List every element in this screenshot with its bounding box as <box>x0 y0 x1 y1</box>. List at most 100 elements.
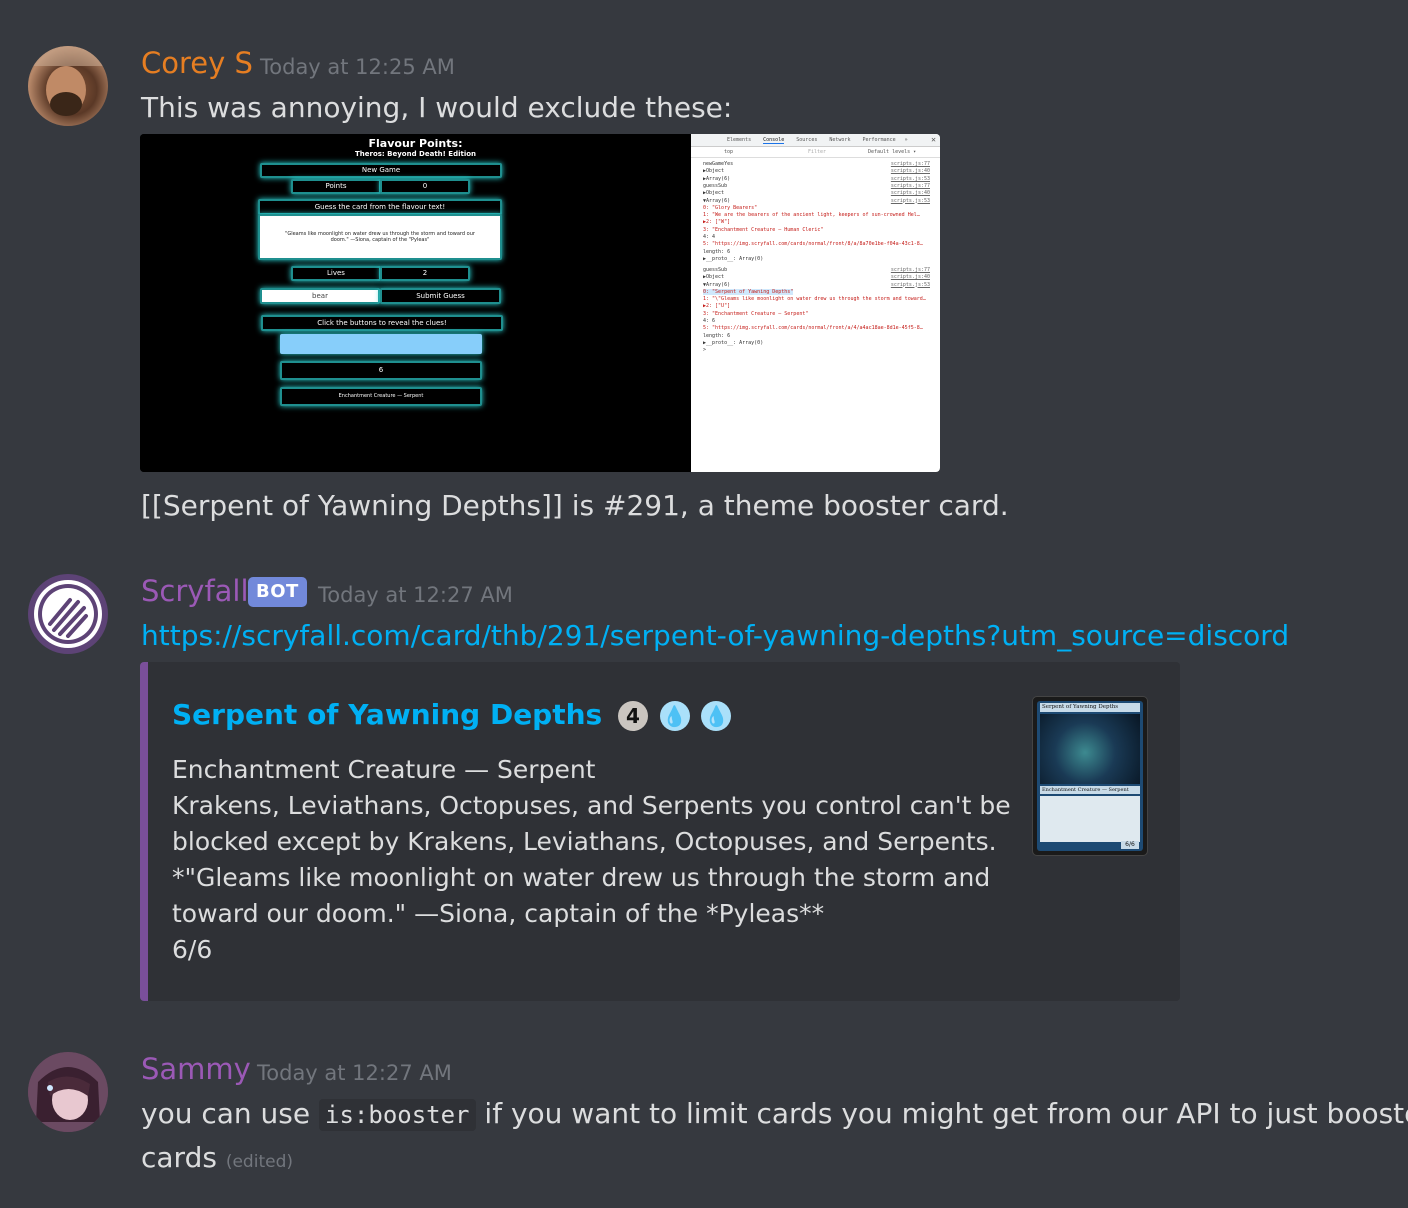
console-line: 4: 6 <box>703 318 716 324</box>
card-thumbnail[interactable]: Serpent of Yawning Depths Enchantment Cr… <box>1032 696 1148 856</box>
levels-select[interactable]: Default levels ▾ <box>868 149 916 155</box>
scryfall-link[interactable]: https://scryfall.com/card/thb/291/serpen… <box>141 614 1289 658</box>
avatar-sammy[interactable] <box>28 1052 108 1132</box>
console-line: ▶2: ["U"] <box>703 303 731 310</box>
console-line: 1: "\"Gleams like moonlight on water dre… <box>703 296 926 303</box>
clue-button-3[interactable]: Enchantment Creature — Serpent <box>280 387 482 406</box>
console-source-link[interactable]: scripts.js:77 <box>891 267 930 273</box>
devtools-panel: Elements Console Sources Network Perform… <box>691 134 940 472</box>
clue-header: Click the buttons to reveal the clues! <box>261 315 503 331</box>
filter-input[interactable]: Filter <box>808 149 826 155</box>
card-embed: Serpent of Yawning Depths 4 💧 💧 Enchantm… <box>140 662 1180 1001</box>
message-text-part: if you want to limit cards you might get… <box>475 1097 1408 1130</box>
tab-console[interactable]: Console <box>763 137 785 144</box>
oracle-line: blocked except by Krakens, Leviathans, O… <box>172 827 997 856</box>
tab-sources[interactable]: Sources <box>796 137 817 143</box>
thumb-type-line: Enchantment Creature — Serpent <box>1040 786 1140 794</box>
avatar-corey[interactable] <box>28 46 108 126</box>
devtools-tabbar: Elements Console Sources Network Perform… <box>691 134 940 147</box>
mana-blue-icon: 💧 <box>659 701 690 731</box>
tab-elements[interactable]: Elements <box>727 137 751 143</box>
console-source-link[interactable]: scripts.js:40 <box>891 190 930 196</box>
edited-label: (edited) <box>225 1152 293 1172</box>
console-line: 1: "We are the bearers of the ancient li… <box>703 212 920 219</box>
context-select[interactable]: top <box>724 149 733 155</box>
type-line: Enchantment Creature — Serpent <box>172 755 596 784</box>
devtools-close-icon[interactable]: ✕ <box>931 135 936 144</box>
submit-guess-button[interactable]: Submit Guess <box>380 288 501 304</box>
console-line: length: 6 <box>703 332 731 339</box>
tab-performance[interactable]: Performance <box>863 137 896 143</box>
timestamp: Today at 12:27 AM <box>257 1061 452 1085</box>
console-source-link[interactable]: scripts.js:40 <box>891 274 930 280</box>
message-text-part: you can use <box>141 1097 320 1130</box>
console-source-link[interactable]: scripts.js:40 <box>891 168 930 174</box>
devtools-tabs: Elements Console Sources Network Perform… <box>727 137 908 144</box>
console-line: ▼Array(6) <box>703 197 731 204</box>
mana-blue-icon: 💧 <box>701 701 732 731</box>
console-line: ▶Array(6) <box>703 175 731 182</box>
lives-value: 2 <box>380 266 470 281</box>
console-line: length: 6 <box>703 248 731 255</box>
message-text: This was annoying, I would exclude these… <box>141 91 733 124</box>
game-page: Flavour Points: Theros: Beyond Death! Ed… <box>140 134 691 472</box>
mana-generic-icon: 4 <box>617 701 648 731</box>
console-line: 5: "https://img.scryfall.com/cards/norma… <box>703 325 923 332</box>
embed-description: Enchantment Creature — Serpent Krakens, … <box>172 752 1011 968</box>
devtools-toolbar: top Filter Default levels ▾ <box>691 147 940 158</box>
thumb-text-box <box>1040 796 1140 842</box>
timestamp: Today at 12:27 AM <box>318 583 513 607</box>
guess-header: Guess the card from the flavour text! <box>258 199 502 215</box>
points-label: Points <box>291 179 381 194</box>
tab-more[interactable]: » <box>905 137 908 143</box>
console-line: ▶__proto__: Array(0) <box>703 255 764 262</box>
console-source-link[interactable]: scripts.js:53 <box>891 176 930 182</box>
username-corey[interactable]: Corey S <box>141 46 253 80</box>
console-source-link[interactable]: scripts.js:53 <box>891 282 930 288</box>
mana-cost: 4 💧 💧 <box>616 698 732 731</box>
thumb-pt: 6/6 <box>1121 841 1139 849</box>
thumb-card-name: Serpent of Yawning Depths <box>1040 703 1140 712</box>
username-scryfall[interactable]: Scryfall <box>141 574 249 608</box>
flavor-line: *"Gleams like moonlight on water drew us… <box>172 863 991 892</box>
message-text-part: cards <box>141 1141 217 1174</box>
console-line: ▶Object <box>703 168 725 175</box>
console-line: guessSub <box>703 266 728 273</box>
embed-title: Serpent of Yawning Depths 4 💧 💧 <box>172 698 732 731</box>
lives-label: Lives <box>291 266 381 281</box>
console-line: 0: "Serpent of Yawning Depths" <box>703 288 794 295</box>
console-line: ▶Object <box>703 274 725 281</box>
console-source-link[interactable]: scripts.js:53 <box>891 198 930 204</box>
console-line: 0: "Glory Bearers" <box>703 204 758 211</box>
guess-input[interactable]: bear <box>260 288 380 304</box>
message-text-line2: cards (edited) <box>141 1136 293 1184</box>
flavour-line-2: doom." —Siona, captain of the "Pyleas" <box>330 237 430 243</box>
inline-code: is:booster <box>319 1099 476 1131</box>
clue-button-1[interactable] <box>280 334 482 354</box>
tab-network[interactable]: Network <box>829 137 850 143</box>
console-line: ▶2: ["W"] <box>703 219 731 226</box>
username-sammy[interactable]: Sammy <box>141 1052 251 1086</box>
console-line: newGameYes <box>703 161 734 167</box>
oracle-line: Krakens, Leviathans, Octopuses, and Serp… <box>172 791 1011 820</box>
console-line: 3: "Enchantment Creature — Human Cleric" <box>703 226 824 233</box>
screenshot-attachment[interactable]: Flavour Points: Theros: Beyond Death! Ed… <box>140 134 940 472</box>
new-game-button[interactable]: New Game <box>260 163 502 178</box>
embed-title-link[interactable]: Serpent of Yawning Depths <box>172 698 602 731</box>
timestamp: Today at 12:25 AM <box>260 55 455 79</box>
console-line: guessSub <box>703 182 728 189</box>
avatar-scryfall[interactable] <box>28 574 108 654</box>
console-source-link[interactable]: scripts.js:77 <box>891 183 930 189</box>
game-title: Flavour Points: <box>368 137 463 150</box>
power-toughness: 6/6 <box>172 935 213 964</box>
game-subtitle: Theros: Beyond Death! Edition <box>354 150 477 158</box>
message-text: you can use is:booster if you want to li… <box>141 1092 1408 1137</box>
thumb-art <box>1040 714 1140 784</box>
clue-button-2[interactable]: 6 <box>280 361 482 380</box>
console-source-link[interactable]: scripts.js:77 <box>891 161 930 167</box>
message-text-2: [[Serpent of Yawning Depths]] is #291, a… <box>141 489 1009 522</box>
console-line: ▼Array(6) <box>703 281 731 288</box>
console-line: ▶Object <box>703 190 725 197</box>
console-line: 3: "Enchantment Creature — Serpent" <box>703 310 809 317</box>
points-value: 0 <box>380 179 470 194</box>
